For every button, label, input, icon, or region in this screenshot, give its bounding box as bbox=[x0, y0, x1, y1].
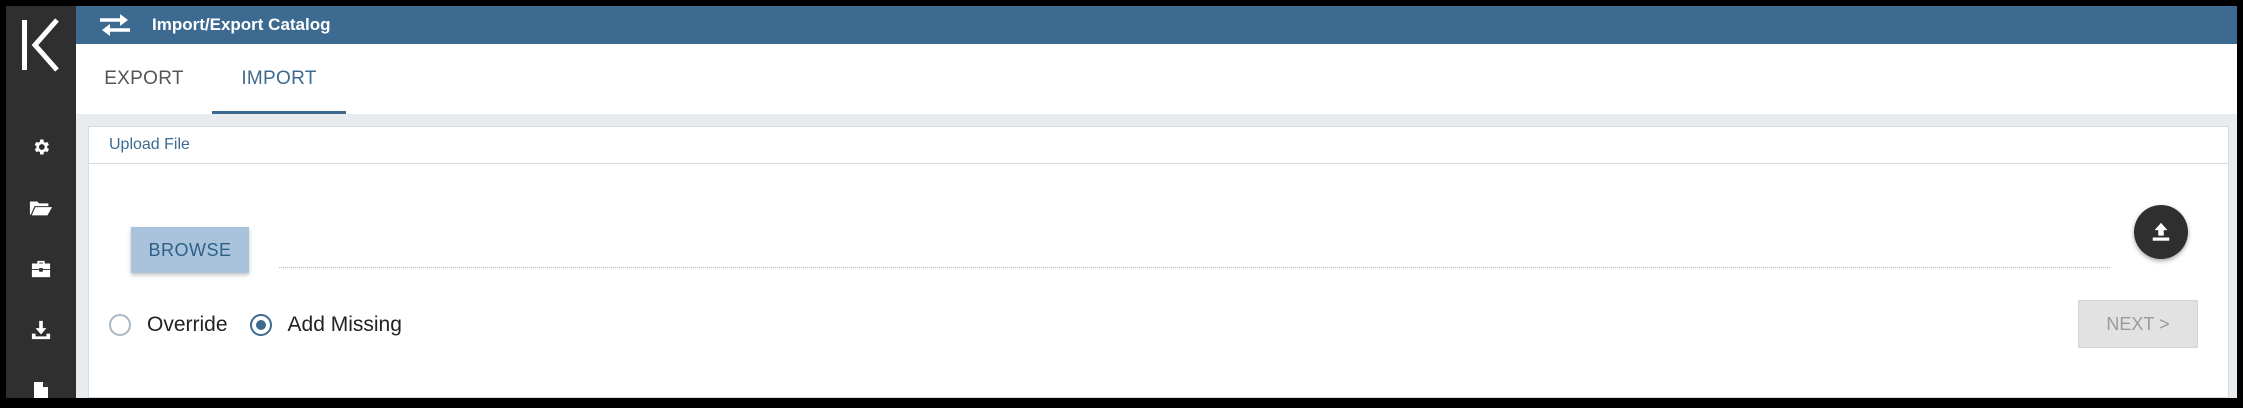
sidebar-item-settings[interactable] bbox=[6, 116, 76, 177]
file-path-field[interactable] bbox=[279, 267, 2110, 268]
sidebar bbox=[6, 6, 76, 398]
tab-bar: EXPORT IMPORT bbox=[76, 44, 2237, 120]
add-missing-radio-circle[interactable] bbox=[249, 314, 272, 336]
folder-open-icon bbox=[29, 201, 53, 215]
radio-override[interactable]: Override bbox=[109, 313, 228, 337]
briefcase-icon bbox=[31, 260, 51, 277]
logo-k-icon bbox=[22, 18, 59, 72]
add-missing-label: Add Missing bbox=[287, 313, 402, 336]
app-header: Import/Export Catalog bbox=[76, 6, 2237, 44]
app-window: Import/Export Catalog EXPORT IMPORT Uplo… bbox=[0, 0, 2243, 408]
next-button[interactable]: NEXT > bbox=[2078, 300, 2198, 348]
sidebar-item-jobs[interactable] bbox=[6, 238, 76, 299]
browse-button[interactable]: BROWSE bbox=[131, 227, 249, 273]
gear-icon bbox=[34, 139, 49, 154]
section-title: Upload File bbox=[109, 136, 190, 153]
tab-export[interactable]: EXPORT bbox=[76, 44, 212, 114]
upload-card: Upload File BROWSE Override Add Missing bbox=[88, 126, 2229, 398]
sidebar-item-catalog[interactable] bbox=[6, 177, 76, 238]
page-title: Import/Export Catalog bbox=[152, 15, 331, 34]
sidebar-item-downloads[interactable] bbox=[6, 299, 76, 360]
sidebar-item-documents[interactable] bbox=[6, 360, 76, 398]
logo[interactable] bbox=[6, 6, 76, 84]
upload-button[interactable] bbox=[2134, 205, 2188, 259]
sidebar-nav bbox=[6, 116, 76, 398]
upload-icon bbox=[2152, 222, 2170, 241]
document-icon bbox=[34, 381, 48, 398]
override-label: Override bbox=[147, 313, 228, 336]
radio-add-missing[interactable]: Add Missing bbox=[249, 313, 402, 337]
tab-import[interactable]: IMPORT bbox=[212, 44, 346, 114]
section-header: Upload File bbox=[89, 127, 2228, 164]
swap-arrows-icon bbox=[98, 13, 132, 37]
import-mode-group: Override Add Missing bbox=[109, 313, 424, 337]
main-content: Upload File BROWSE Override Add Missing bbox=[76, 120, 2237, 398]
override-radio-circle[interactable] bbox=[109, 314, 131, 336]
download-icon bbox=[31, 320, 51, 339]
